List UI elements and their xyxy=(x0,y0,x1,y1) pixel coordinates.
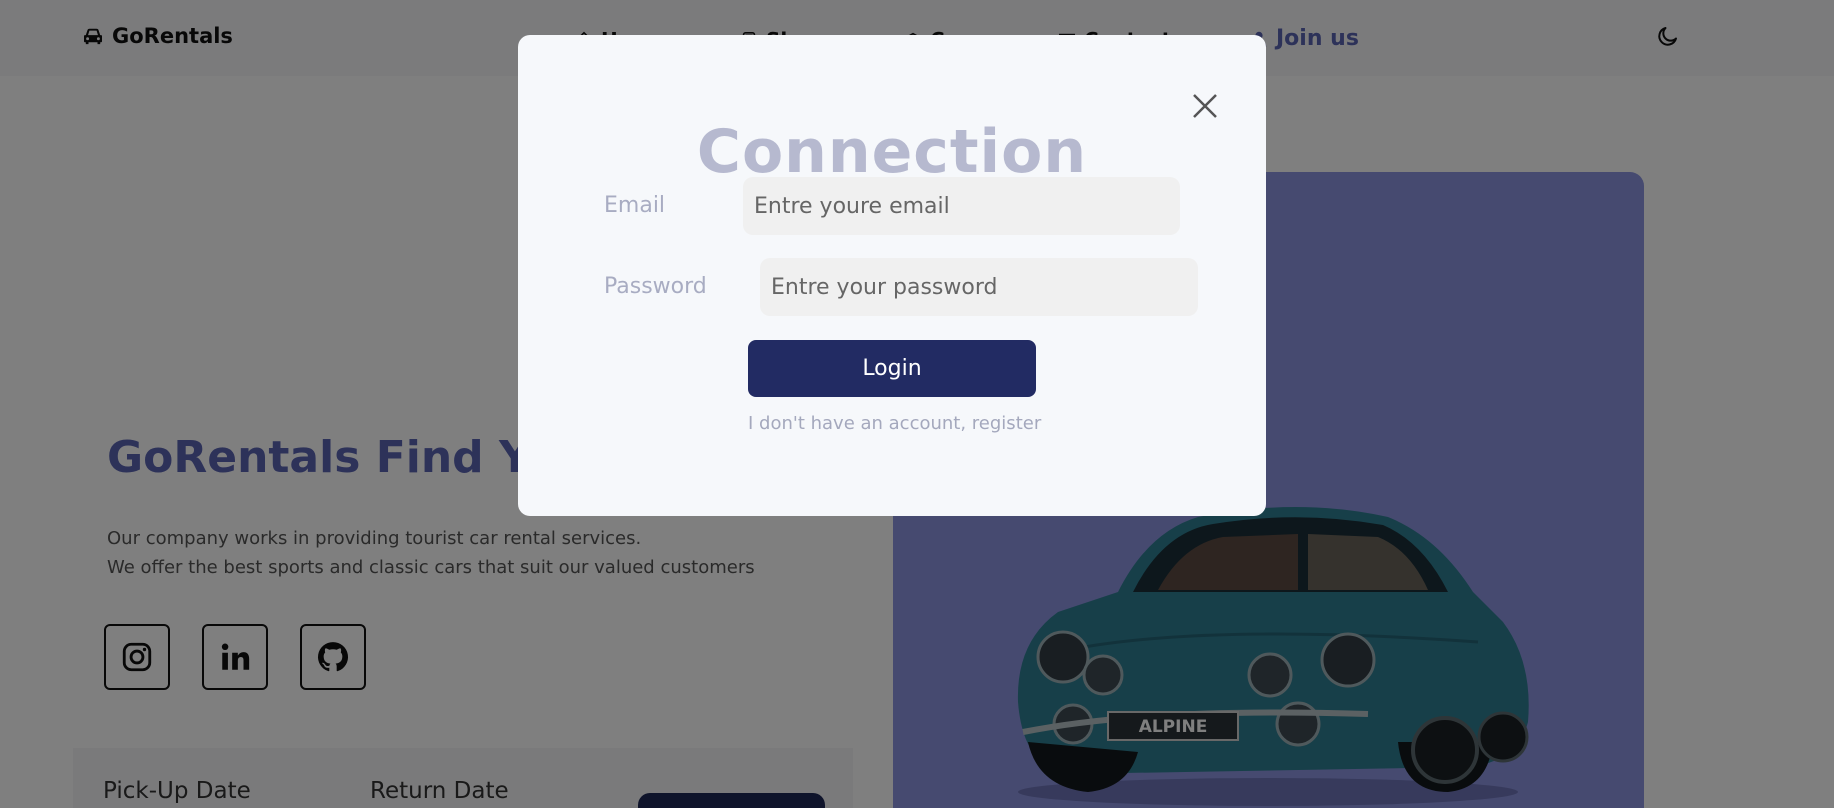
close-icon[interactable] xyxy=(1190,91,1220,121)
password-field[interactable] xyxy=(760,258,1198,316)
login-modal: Connection Email Password Login I don't … xyxy=(518,35,1266,516)
register-link[interactable]: I don't have an account, register xyxy=(748,413,1041,434)
login-button[interactable]: Login xyxy=(748,340,1036,397)
password-label: Password xyxy=(604,274,707,299)
email-label: Email xyxy=(604,193,666,218)
email-field[interactable] xyxy=(743,177,1180,235)
